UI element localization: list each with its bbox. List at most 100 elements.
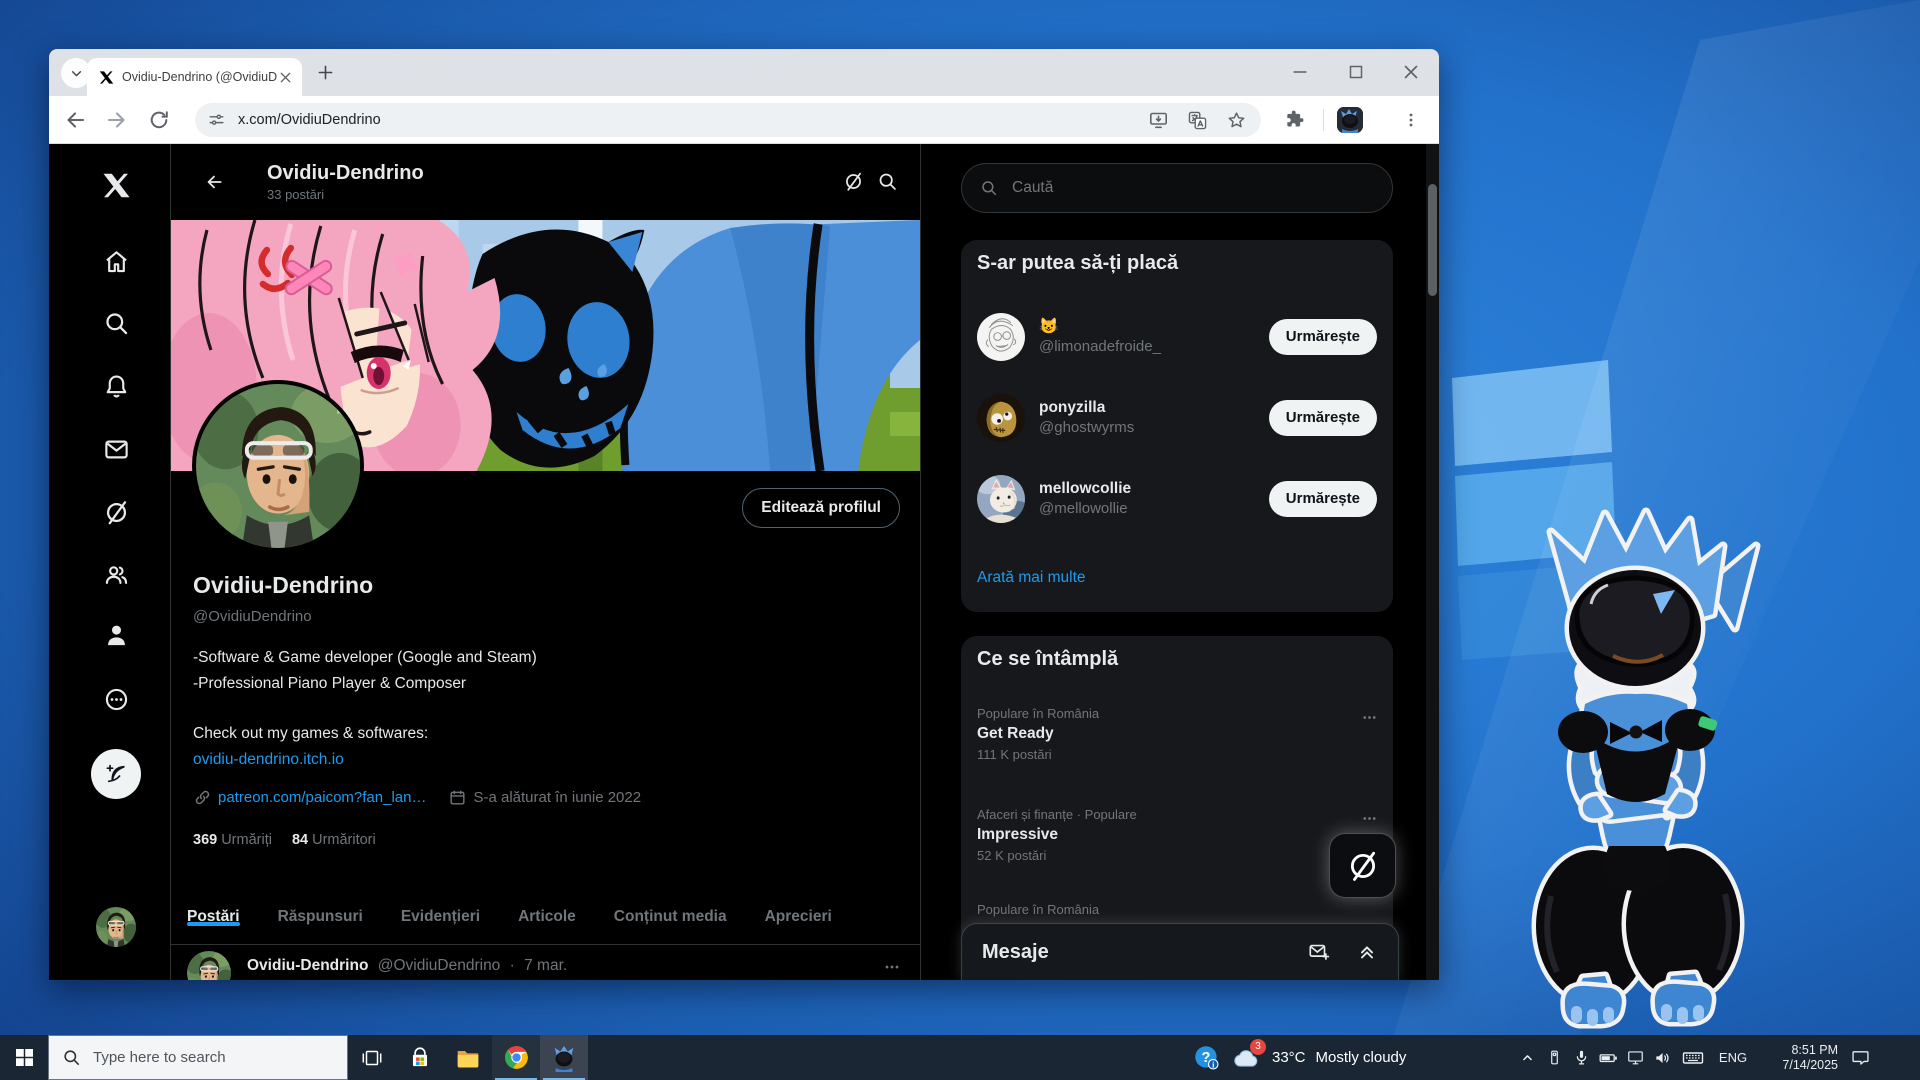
tab-articles[interactable]: Articole <box>518 889 576 944</box>
suggestion-name[interactable]: ponyzilla <box>1039 398 1269 418</box>
trend-more-icon[interactable] <box>1360 708 1379 727</box>
taskbar-search-box[interactable] <box>48 1035 348 1080</box>
nav-explore[interactable] <box>91 298 141 348</box>
post-separator: · <box>510 957 515 974</box>
forward-icon[interactable] <box>105 108 129 132</box>
new-message-icon[interactable] <box>1308 941 1330 963</box>
post-more-icon[interactable] <box>882 957 902 977</box>
page-scrollbar[interactable] <box>1426 144 1439 980</box>
tray-volume[interactable] <box>1649 1035 1676 1080</box>
language-indicator[interactable]: ENG <box>1710 1050 1756 1065</box>
nav-profile[interactable] <box>91 610 141 660</box>
window-maximize-button[interactable] <box>1345 61 1367 83</box>
grok-profile-summary-button[interactable] <box>836 165 870 199</box>
avatar <box>977 313 1025 361</box>
tray-battery[interactable] <box>1595 1035 1622 1080</box>
tab-posts[interactable]: Postări <box>187 889 240 944</box>
tab-likes[interactable]: Aprecieri <box>765 889 832 944</box>
taskbar-search-input[interactable] <box>93 1049 347 1066</box>
install-app-icon[interactable] <box>1148 110 1169 131</box>
suggestion-name[interactable]: 😺 <box>1039 317 1269 337</box>
bio-link[interactable]: ovidiu-dendrino.itch.io <box>193 747 428 773</box>
help-app-button[interactable] <box>1186 1035 1226 1080</box>
url-text[interactable]: x.com/OvidiuDendrino <box>238 112 1148 128</box>
nav-more[interactable] <box>91 674 141 724</box>
back-icon[interactable] <box>63 108 87 132</box>
follow-button[interactable]: Urmărește <box>1269 400 1377 436</box>
translate-icon[interactable] <box>1187 110 1208 131</box>
trend-item[interactable]: Afaceri și finanțe · Populare Impressive… <box>977 807 1353 863</box>
post-row[interactable]: Ovidiu-Dendrino @OvidiuDendrino · 7 mar. <box>171 949 920 980</box>
new-tab-button[interactable] <box>315 62 336 83</box>
x-logo-nav[interactable] <box>91 160 141 210</box>
nav-grok[interactable] <box>91 487 141 537</box>
extensions-puzzle-icon[interactable] <box>1283 108 1305 130</box>
profile-meta-row: patreon.com/paicom?fan_lan… S-a alăturat… <box>193 788 641 807</box>
window-close-button[interactable] <box>1400 61 1422 83</box>
tray-microphone[interactable] <box>1568 1035 1595 1080</box>
file-explorer-button[interactable] <box>444 1035 492 1080</box>
avatar-photo <box>196 384 360 548</box>
follow-button[interactable]: Urmărește <box>1269 481 1377 517</box>
chrome-taskbar-button[interactable] <box>492 1035 540 1080</box>
tab-close-icon[interactable] <box>277 69 294 86</box>
trend-item[interactable]: Populare în România Get Ready 111 K post… <box>977 706 1353 762</box>
compose-post-button[interactable] <box>91 749 141 799</box>
edit-profile-button[interactable]: Editează profilul <box>742 488 900 528</box>
x-search-input[interactable] <box>1012 179 1392 197</box>
messages-drawer[interactable]: Mesaje <box>961 923 1399 980</box>
trend-more-icon[interactable] <box>1360 809 1379 828</box>
suggestion-row[interactable]: ponyzilla @ghostwyrms Urmărește <box>961 377 1393 458</box>
scrollbar-thumb[interactable] <box>1428 184 1437 296</box>
tray-touch-keyboard[interactable] <box>1676 1035 1710 1080</box>
desktop-mascot-character[interactable] <box>1513 505 1763 1032</box>
nav-home[interactable] <box>91 236 141 286</box>
browser-menu-kebab-icon[interactable] <box>1401 110 1421 130</box>
x-search-box[interactable] <box>961 163 1393 213</box>
trend-item[interactable]: Populare în România <box>977 902 1353 917</box>
account-switcher-avatar[interactable] <box>96 907 136 947</box>
address-bar[interactable]: x.com/OvidiuDendrino <box>195 103 1261 137</box>
tray-phone[interactable] <box>1541 1035 1568 1080</box>
trend-topic: Get Ready <box>977 725 1353 743</box>
tab-media[interactable]: Conținut media <box>614 889 727 944</box>
post-author-avatar[interactable] <box>187 951 231 980</box>
suggestion-avatar[interactable] <box>977 394 1025 442</box>
nav-messages[interactable] <box>91 424 141 474</box>
nav-notifications[interactable] <box>91 361 141 411</box>
suggestion-row[interactable]: mellowcollie @mellowollie Urmărește <box>961 458 1393 539</box>
tray-display[interactable] <box>1622 1035 1649 1080</box>
back-button[interactable] <box>197 165 231 199</box>
taskbar-clock[interactable]: 8:51 PM 7/14/2025 <box>1756 1043 1838 1073</box>
show-more-link[interactable]: Arată mai multe <box>977 558 1086 598</box>
site-info-icon[interactable] <box>207 111 226 130</box>
suggestion-avatar[interactable] <box>977 313 1025 361</box>
post-author-name[interactable]: Ovidiu-Dendrino <box>247 957 368 974</box>
grok-floating-button[interactable] <box>1329 833 1396 898</box>
tab-replies[interactable]: Răspunsuri <box>278 889 363 944</box>
browser-tab[interactable]: Ovidiu-Dendrino (@OvidiuDend <box>87 58 302 96</box>
microsoft-store-button[interactable] <box>396 1035 444 1080</box>
reload-icon[interactable] <box>147 108 171 132</box>
tab-highlights[interactable]: Evidențieri <box>401 889 480 944</box>
extension-avatar-icon[interactable] <box>1337 107 1363 133</box>
followers-stat[interactable]: 84Urmăritori <box>292 832 376 848</box>
profile-search-button[interactable] <box>870 165 904 199</box>
profile-avatar[interactable] <box>192 380 364 552</box>
follow-button[interactable]: Urmărește <box>1269 319 1377 355</box>
suggestion-avatar[interactable] <box>977 475 1025 523</box>
suggestion-name[interactable]: mellowcollie <box>1039 479 1269 499</box>
expand-messages-icon[interactable] <box>1356 941 1378 963</box>
task-view-button[interactable] <box>348 1035 396 1080</box>
website-link[interactable]: patreon.com/paicom?fan_lan… <box>218 789 426 806</box>
window-minimize-button[interactable] <box>1289 61 1311 83</box>
suggestion-row[interactable]: 😺 @limonadefroide_ Urmărește <box>961 296 1393 377</box>
mascot-app-taskbar-button[interactable] <box>540 1035 588 1080</box>
start-button[interactable] <box>0 1035 48 1080</box>
weather-widget[interactable]: 3 33°C Mostly cloudy <box>1232 1043 1514 1073</box>
following-stat[interactable]: 369Urmăriți <box>193 832 272 848</box>
nav-communities[interactable] <box>91 549 141 599</box>
tray-expand-button[interactable] <box>1514 1035 1541 1080</box>
bookmark-star-icon[interactable] <box>1226 110 1247 131</box>
action-center-button[interactable] <box>1838 1035 1882 1080</box>
